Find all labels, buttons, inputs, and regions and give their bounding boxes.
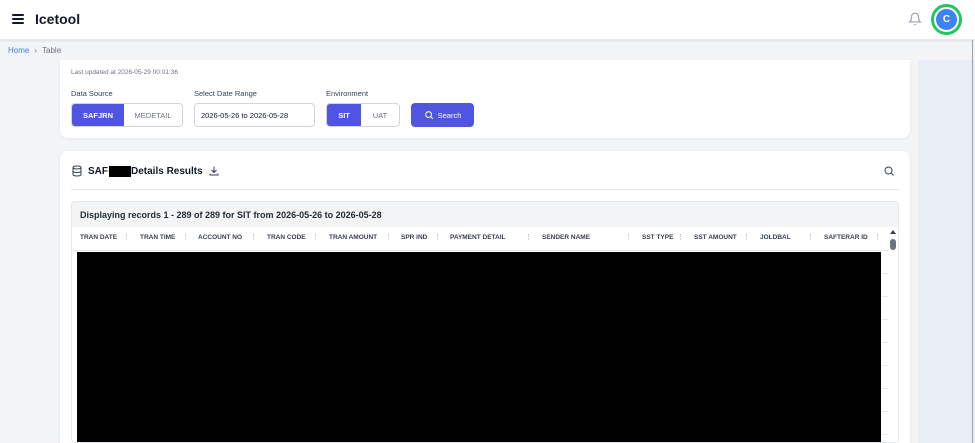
table-scrollbar[interactable] bbox=[888, 227, 898, 442]
search-icon bbox=[424, 111, 433, 120]
filter-card: Last updated at 2026-05-29 00:01:36 Data… bbox=[60, 60, 910, 138]
date-range-label: Select Date Range bbox=[194, 89, 257, 98]
bell-icon[interactable] bbox=[908, 11, 922, 27]
column-resize-handle[interactable]: ⋮ bbox=[525, 233, 532, 241]
column-resize-handle[interactable]: ⋮ bbox=[625, 233, 632, 241]
column-resize-handle[interactable]: ⋮ bbox=[874, 233, 881, 241]
scroll-up-arrow-icon[interactable] bbox=[890, 230, 896, 234]
column-resize-handle[interactable]: ⋮ bbox=[807, 233, 814, 241]
app-title: Icetool bbox=[35, 11, 81, 27]
column-resize-handle[interactable]: ⋮ bbox=[743, 233, 750, 241]
right-gutter bbox=[918, 60, 975, 443]
column-header-sender-name[interactable]: SENDER NAME bbox=[542, 234, 590, 241]
environment-label: Environment bbox=[326, 89, 369, 98]
column-resize-handle[interactable]: ⋮ bbox=[385, 233, 392, 241]
last-updated-text: Last updated at 2026-05-29 00:01:36 bbox=[71, 69, 178, 76]
table-caption: Displaying records 1 - 289 of 289 for SI… bbox=[72, 202, 898, 227]
date-range-input[interactable]: 2026-05-26 to 2026-05-28 bbox=[194, 103, 315, 127]
row-divider bbox=[881, 296, 888, 297]
column-header-safterar-id[interactable]: SAFTERAR ID bbox=[824, 234, 868, 241]
column-header-tran-date[interactable]: TRAN DATE bbox=[80, 234, 117, 241]
column-resize-handle[interactable]: ⋮ bbox=[312, 233, 319, 241]
breadcrumb-separator: › bbox=[34, 46, 38, 55]
results-card: SAF Details Results Displaying records 1… bbox=[60, 151, 910, 443]
results-table: Displaying records 1 - 289 of 289 for SI… bbox=[71, 201, 899, 443]
row-divider bbox=[881, 411, 888, 412]
breadcrumb: Home › Table bbox=[8, 46, 61, 55]
row-divider bbox=[881, 319, 888, 320]
data-source-label: Data Source bbox=[71, 89, 113, 98]
row-divider bbox=[881, 273, 888, 274]
table-header: TRAN DATE ⋮ TRAN TIME ⋮ ACCOUNT NO ⋮ TRA… bbox=[72, 227, 888, 251]
redacted-block bbox=[109, 166, 131, 177]
row-divider bbox=[881, 342, 888, 343]
results-title-prefix: SAF bbox=[88, 166, 108, 177]
page-scrollbar-edge bbox=[972, 40, 973, 443]
column-resize-handle[interactable]: ⋮ bbox=[123, 233, 130, 241]
row-divider bbox=[881, 434, 888, 435]
column-header-tran-time[interactable]: TRAN TIME bbox=[140, 234, 175, 241]
column-header-tran-amount[interactable]: TRAN AMOUNT bbox=[329, 234, 377, 241]
search-button[interactable]: Search bbox=[411, 103, 474, 127]
row-divider bbox=[881, 388, 888, 389]
table-search-icon[interactable] bbox=[883, 165, 895, 177]
download-icon[interactable] bbox=[208, 165, 220, 177]
hamburger-menu-icon[interactable] bbox=[12, 14, 24, 24]
breadcrumb-home-link[interactable]: Home bbox=[8, 46, 29, 55]
row-divider bbox=[881, 365, 888, 366]
column-header-tran-code[interactable]: TRAN CODE bbox=[267, 234, 306, 241]
environment-sit-button[interactable]: SIT bbox=[327, 104, 362, 126]
data-source-safjrn-button[interactable]: SAFJRN bbox=[72, 104, 125, 126]
environment-toggle: SIT UAT bbox=[326, 103, 400, 127]
redacted-table-body bbox=[77, 252, 881, 442]
avatar[interactable]: C bbox=[931, 4, 962, 35]
column-resize-handle[interactable]: ⋮ bbox=[182, 233, 189, 241]
column-header-spr-ind[interactable]: SPR IND bbox=[401, 234, 427, 241]
column-resize-handle[interactable]: ⋮ bbox=[434, 233, 441, 241]
avatar-initial: C bbox=[934, 7, 959, 32]
data-source-medetail-button[interactable]: MEDETAIL bbox=[124, 104, 182, 126]
divider bbox=[71, 189, 899, 190]
search-button-label: Search bbox=[437, 110, 462, 120]
database-icon bbox=[72, 165, 82, 177]
breadcrumb-current: Table bbox=[42, 46, 62, 55]
environment-uat-button[interactable]: UAT bbox=[361, 104, 399, 126]
column-header-payment-detail[interactable]: PAYMENT DETAIL bbox=[450, 234, 506, 241]
top-bar: Icetool C bbox=[0, 0, 975, 40]
column-resize-handle[interactable]: ⋮ bbox=[677, 233, 684, 241]
column-header-account-no[interactable]: ACCOUNT NO bbox=[198, 234, 242, 241]
column-header-joldbal[interactable]: JOLDBAL bbox=[760, 234, 791, 241]
column-resize-handle[interactable]: ⋮ bbox=[250, 233, 257, 241]
scroll-thumb[interactable] bbox=[890, 239, 896, 250]
results-title-suffix: Details Results bbox=[131, 166, 203, 177]
column-header-sst-type[interactable]: SST TYPE bbox=[642, 234, 673, 241]
column-header-sst-amount[interactable]: SST AMOUNT bbox=[694, 234, 737, 241]
results-title: SAF Details Results bbox=[88, 166, 203, 177]
data-source-toggle: SAFJRN MEDETAIL bbox=[71, 103, 183, 127]
